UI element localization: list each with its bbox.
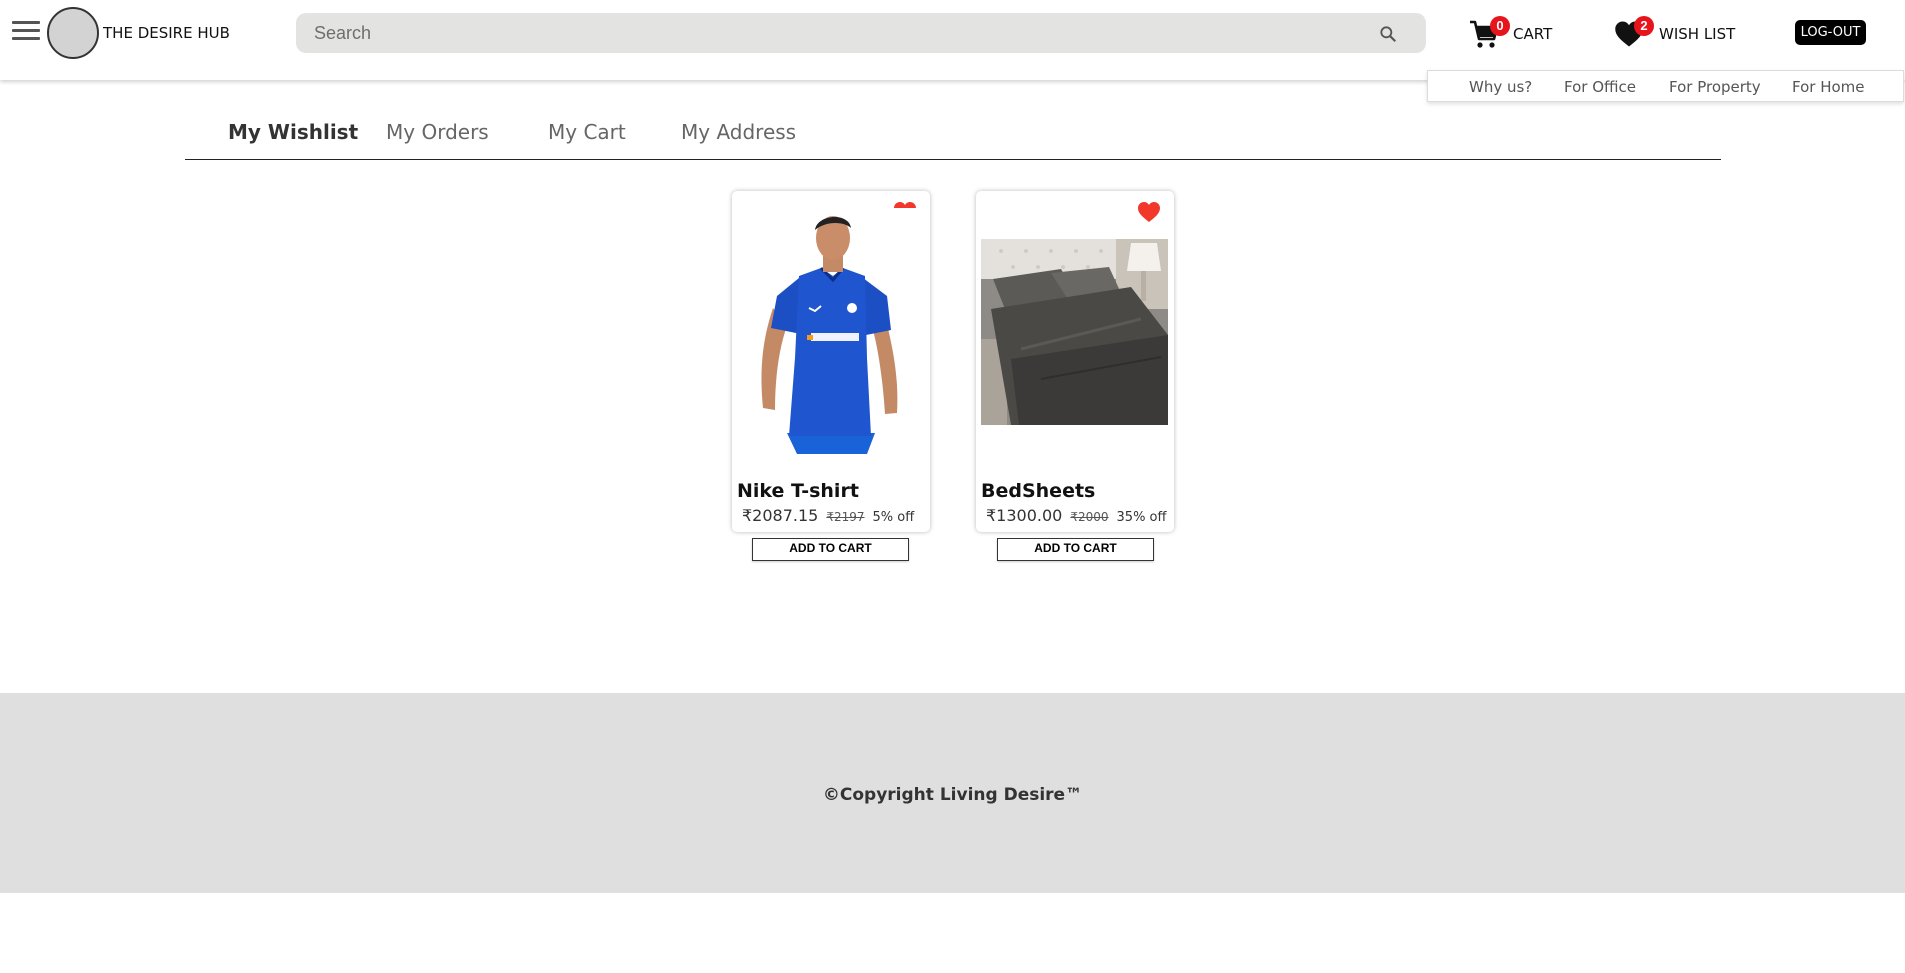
wishlist-link[interactable]: 2 WISH LIST [1614, 16, 1744, 50]
logo[interactable] [47, 7, 99, 59]
product-discount: 5% off [872, 510, 915, 525]
product-image-bedsheets[interactable] [981, 239, 1168, 425]
product-name[interactable]: Nike T-shirt [737, 480, 859, 502]
subnav-for-office[interactable]: For Office [1564, 78, 1636, 96]
search-icon[interactable] [1378, 24, 1398, 44]
header: THE DESIRE HUB 0 CART 2 WISH LIST LOG-OU… [0, 0, 1905, 80]
price-row: ₹2087.15 ₹2197 5% off [742, 506, 927, 526]
logout-button[interactable]: LOG-OUT [1795, 20, 1866, 45]
brand-name[interactable]: THE DESIRE HUB [103, 24, 230, 42]
heart-icon[interactable] [1137, 201, 1161, 223]
subnav-why-us[interactable]: Why us? [1469, 78, 1532, 96]
subnav-for-home[interactable]: For Home [1792, 78, 1865, 96]
product-discount: 35% off [1116, 510, 1167, 525]
account-tabs: My Wishlist My Orders My Cart My Address [185, 104, 1721, 160]
product-mrp: ₹2000 [1070, 510, 1109, 524]
product-card[interactable]: Nike T-shirt ₹2087.15 ₹2197 5% off [732, 191, 930, 532]
cart-count-badge: 0 [1490, 16, 1510, 36]
search-bar [296, 13, 1426, 53]
wishlist-label: WISH LIST [1659, 25, 1736, 43]
tab-my-cart[interactable]: My Cart [548, 120, 626, 144]
menu-icon[interactable] [12, 21, 40, 43]
cart-label: CART [1513, 25, 1553, 43]
search-input[interactable] [314, 13, 1354, 53]
wishlist-count-badge: 2 [1634, 16, 1654, 36]
product-mrp: ₹2197 [826, 510, 865, 524]
product-image-jersey[interactable] [737, 208, 925, 454]
product-name[interactable]: BedSheets [981, 480, 1095, 502]
product-price: ₹2087.15 [742, 506, 819, 525]
add-to-cart-button[interactable]: ADD TO CART [997, 538, 1154, 561]
product-card[interactable]: BedSheets ₹1300.00 ₹2000 35% off [976, 191, 1174, 532]
sub-navigation: Why us? For Office For Property For Home [1427, 70, 1904, 102]
tab-my-orders[interactable]: My Orders [386, 120, 489, 144]
subnav-for-property[interactable]: For Property [1669, 78, 1761, 96]
tab-my-wishlist[interactable]: My Wishlist [228, 120, 358, 144]
product-price: ₹1300.00 [986, 506, 1063, 525]
add-to-cart-button[interactable]: ADD TO CART [752, 538, 909, 561]
price-row: ₹1300.00 ₹2000 35% off [986, 506, 1171, 526]
cart-link[interactable]: 0 CART [1468, 16, 1558, 50]
footer: ©Copyright Living Desire™ [0, 693, 1905, 893]
tab-my-address[interactable]: My Address [681, 120, 796, 144]
copyright-text: ©Copyright Living Desire™ [822, 785, 1083, 805]
